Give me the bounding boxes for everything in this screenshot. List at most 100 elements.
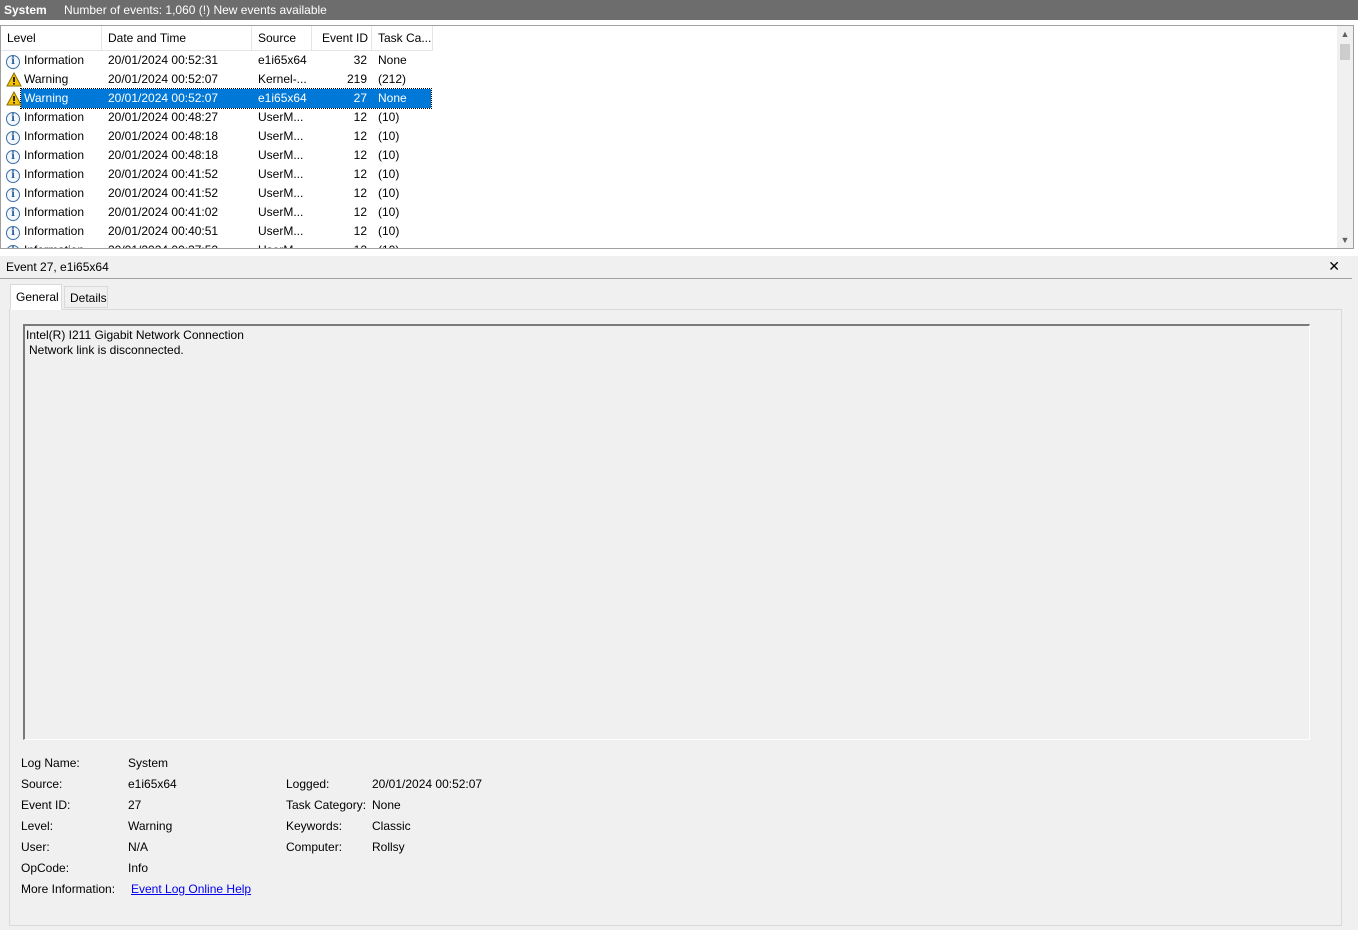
cell-level: Warning <box>24 72 69 86</box>
table-row[interactable]: i Information 20/01/2024 00:48:27 UserM... 1… <box>1 108 1337 127</box>
cell-event-id: 12 <box>353 110 367 124</box>
cell-source: UserM... <box>258 167 304 181</box>
cell-event-id: 32 <box>353 53 367 67</box>
table-row[interactable]: Warning 20/01/2024 00:52:07 Kernel-... 219 (… <box>1 70 1337 89</box>
scroll-up-icon[interactable]: ▲ <box>1337 26 1353 42</box>
event-log-online-help-link[interactable]: Event Log Online Help <box>131 882 251 896</box>
warning-icon <box>6 89 22 108</box>
cell-source: UserM... <box>258 241 318 248</box>
tab-details[interactable]: Details <box>64 286 108 308</box>
cell-task-category: (10) <box>378 110 400 124</box>
cell-date-time: 20/01/2024 00:48:18 <box>108 148 219 162</box>
opcode-label: OpCode: <box>21 861 70 875</box>
logged-value: 20/01/2024 00:52:07 <box>372 777 483 791</box>
level-label: Level: <box>21 819 54 833</box>
cell-date-time: 20/01/2024 00:41:02 <box>108 205 219 219</box>
cell-date-time: 20/01/2024 00:48:27 <box>108 110 219 124</box>
logged-label: Logged: <box>286 777 330 791</box>
table-row[interactable]: i Information 20/01/2024 00:41:52 UserM... 1… <box>1 165 1337 184</box>
column-header-level[interactable]: Level <box>1 26 102 50</box>
info-icon: i <box>6 203 22 222</box>
column-header-task-category[interactable]: Task Ca... <box>372 26 433 50</box>
task-category-value: None <box>372 798 401 812</box>
info-icon: i <box>6 51 22 70</box>
cell-event-id: 12 <box>313 241 367 248</box>
cell-event-id: 12 <box>353 148 367 162</box>
level-value: Warning <box>128 819 173 833</box>
cell-task-category: (10) <box>378 205 400 219</box>
cell-task-category: (10) <box>378 148 400 162</box>
info-icon: i <box>6 222 22 241</box>
cell-level: Information <box>24 241 104 248</box>
info-icon: i <box>6 108 22 127</box>
computer-value: Rollsy <box>372 840 405 854</box>
cell-date-time: 20/01/2024 00:37:52 <box>108 241 248 248</box>
event-detail-pane: Event 27, e1i65x64 ✕ Details General Int… <box>0 256 1358 930</box>
cell-event-id: 27 <box>353 91 367 105</box>
cell-source: UserM... <box>258 186 304 200</box>
cell-source: UserM... <box>258 205 304 219</box>
description-line-2: Network link is disconnected. <box>29 343 184 357</box>
cell-source: UserM... <box>258 110 304 124</box>
cell-date-time: 20/01/2024 00:41:52 <box>108 167 219 181</box>
info-icon: i <box>6 165 22 184</box>
info-icon: i <box>6 146 22 165</box>
table-row[interactable]: Warning 20/01/2024 00:52:07 e1i65x64 27 None <box>1 88 1337 109</box>
cell-event-id: 12 <box>353 205 367 219</box>
keywords-value: Classic <box>372 819 411 833</box>
table-row[interactable]: iInformation 20/01/2024 00:37:52 UserM...1… <box>1 241 1337 248</box>
user-label: User: <box>21 840 50 854</box>
task-category-label: Task Category: <box>286 798 367 812</box>
cell-level: Information <box>24 205 85 219</box>
column-header-date-time[interactable]: Date and Time <box>102 26 252 50</box>
event-description: Intel(R) I211 Gigabit Network Connection… <box>23 324 1310 740</box>
cell-level: Information <box>24 148 85 162</box>
cell-task-category: (10) <box>378 186 400 200</box>
log-name: System <box>4 3 47 17</box>
source-value: e1i65x64 <box>128 777 177 791</box>
keywords-label: Keywords: <box>286 819 343 833</box>
cell-event-id: 12 <box>353 186 367 200</box>
cell-date-time: 20/01/2024 00:40:51 <box>108 224 219 238</box>
cell-source: UserM... <box>258 224 304 238</box>
cell-source: e1i65x64 <box>258 53 307 67</box>
table-row[interactable]: i Information 20/01/2024 00:48:18 UserM... 1… <box>1 146 1337 165</box>
tab-general[interactable]: General <box>10 284 62 310</box>
cell-task-category: (10) <box>378 167 400 181</box>
scroll-down-icon[interactable]: ▼ <box>1337 232 1353 248</box>
cell-level: Warning <box>24 91 69 105</box>
cell-date-time: 20/01/2024 00:52:07 <box>108 91 219 105</box>
log-name-value: System <box>128 756 169 770</box>
detail-header: Event 27, e1i65x64 ✕ <box>0 256 1352 279</box>
cell-level: Information <box>24 129 85 143</box>
user-value: N/A <box>128 840 149 854</box>
warning-icon <box>6 70 22 89</box>
table-row[interactable]: i Information 20/01/2024 00:48:18 UserM... 1… <box>1 127 1337 146</box>
info-icon: i <box>6 241 22 248</box>
table-row[interactable]: i Information 20/01/2024 00:52:31 e1i65x64 3… <box>1 51 1337 70</box>
source-label: Source: <box>21 777 63 791</box>
close-icon[interactable]: ✕ <box>1328 258 1340 275</box>
table-row[interactable]: i Information 20/01/2024 00:41:02 UserM... 1… <box>1 203 1337 222</box>
table-row[interactable]: i Information 20/01/2024 00:41:52 UserM... 1… <box>1 184 1337 203</box>
event-list-scrollbar[interactable]: ▲ ▼ <box>1337 26 1353 248</box>
column-header-source[interactable]: Source <box>252 26 312 50</box>
cell-task-category: (212) <box>378 72 407 86</box>
more-info-label: More Information: <box>21 882 116 896</box>
cell-task-category: None <box>378 53 407 67</box>
computer-label: Computer: <box>286 840 343 854</box>
event-id-label: Event ID: <box>21 798 71 812</box>
detail-title: Event 27, e1i65x64 <box>6 260 109 274</box>
cell-source: UserM... <box>258 129 304 143</box>
cell-level: Information <box>24 53 85 67</box>
cell-event-id: 12 <box>353 224 367 238</box>
event-count-text: Number of events: 1,060 (!) New events a… <box>64 3 327 17</box>
cell-level: Information <box>24 224 85 238</box>
cell-event-id: 12 <box>353 129 367 143</box>
info-icon: i <box>6 127 22 146</box>
cell-level: Information <box>24 186 85 200</box>
column-header-event-id[interactable]: Event ID <box>312 26 372 50</box>
log-name-label: Log Name: <box>21 756 80 770</box>
table-row[interactable]: i Information 20/01/2024 00:40:51 UserM... 1… <box>1 222 1337 241</box>
scroll-thumb[interactable] <box>1340 44 1350 60</box>
